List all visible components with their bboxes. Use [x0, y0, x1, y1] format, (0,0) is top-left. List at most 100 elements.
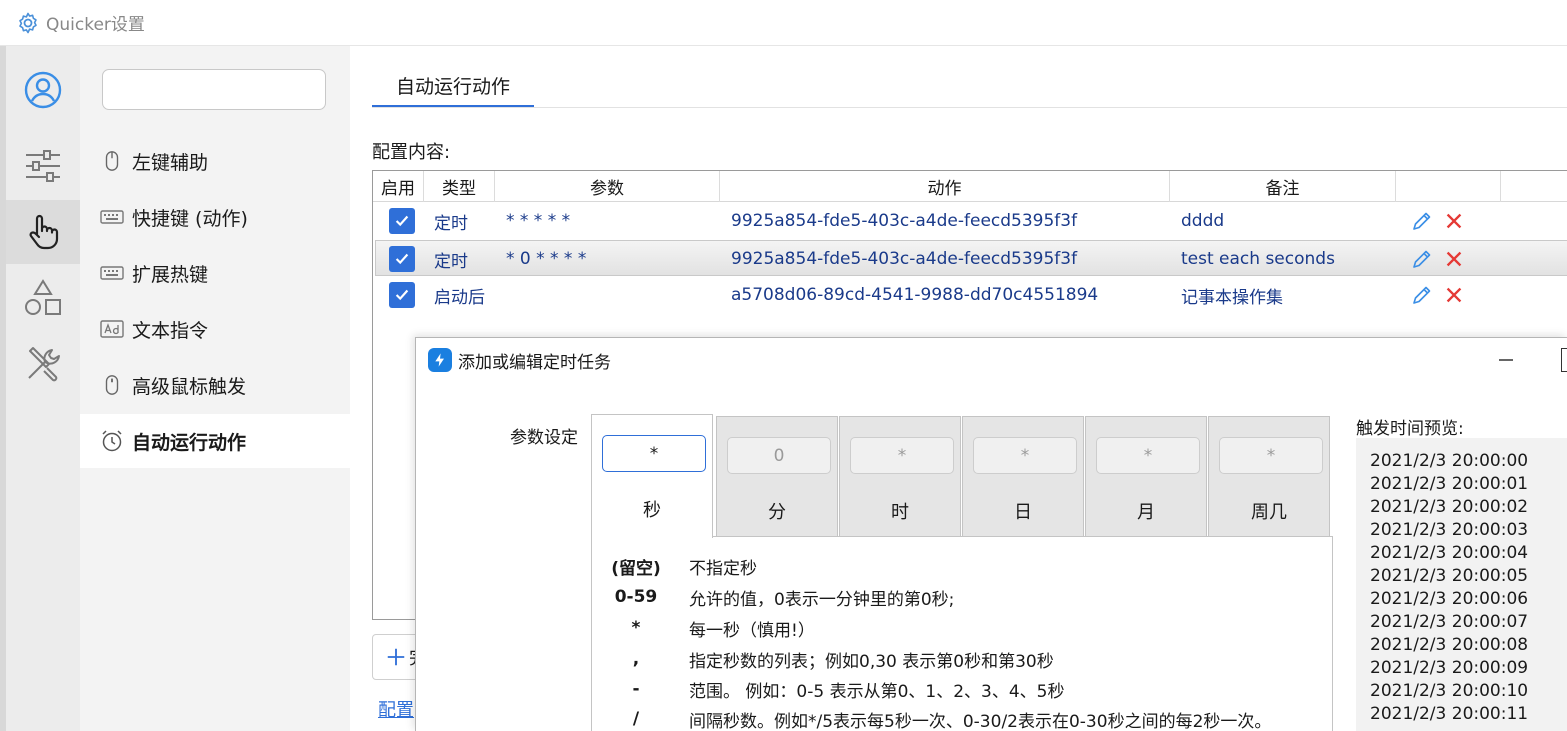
rail-triggers[interactable]: [6, 200, 80, 264]
edit-button[interactable]: [1409, 282, 1435, 308]
keyboard-icon: [100, 205, 124, 229]
col-action[interactable]: 动作: [720, 171, 1170, 202]
sidebar-item-text-commands[interactable]: 文本指令: [80, 302, 350, 356]
tab-label: 日: [1014, 502, 1032, 523]
param-label: 参数设定: [510, 428, 578, 448]
help-row: (留空) 不指定秒: [592, 551, 1334, 581]
delete-button[interactable]: [1441, 246, 1467, 272]
sidebar-item-label: 高级鼠标触发: [132, 375, 247, 398]
help-row: / 间隔秒数。例如*/5表示每5秒一次、0-30/2表示在0-30秒之间的每2秒一…: [592, 704, 1334, 731]
close-icon: [1446, 213, 1462, 229]
row-action: 9925a854-fde5-403c-a4de-feecd5395f3f: [731, 211, 1078, 231]
tab-month[interactable]: * 月: [1085, 416, 1207, 537]
rail-widgets[interactable]: [6, 266, 80, 330]
col-type[interactable]: 类型: [424, 171, 495, 202]
rail-user[interactable]: [6, 58, 80, 122]
row-type: 定时: [434, 213, 468, 234]
table-row[interactable]: 定时 * 0 * * * * 9925a854-fde5-403c-a4de-f…: [375, 240, 1567, 276]
minutes-input[interactable]: 0: [727, 437, 831, 474]
month-input[interactable]: *: [1096, 437, 1200, 474]
cron-tabstrip: * 秒 0 分 * 时 * 日 * 月 * 周几: [591, 414, 1333, 538]
tab-seconds[interactable]: * 秒: [591, 414, 713, 538]
tab-label: 秒: [643, 500, 661, 521]
tab-minutes[interactable]: 0 分: [716, 416, 838, 537]
tab-hours[interactable]: * 时: [839, 416, 961, 537]
sidebar-item-label: 左键辅助: [132, 151, 209, 174]
list-item: 2021/2/3 20:00:00: [1370, 451, 1529, 471]
col-buttons: [1396, 171, 1501, 202]
search-input[interactable]: [102, 69, 326, 110]
config-label: 配置内容:: [372, 142, 451, 163]
weekday-input[interactable]: *: [1219, 437, 1323, 474]
table-row[interactable]: 定时 * * * * * 9925a854-fde5-403c-a4de-fee…: [375, 203, 1567, 239]
help-key: 0-59: [614, 587, 658, 607]
sidebar-item-auto-run[interactable]: 自动运行动作: [80, 414, 350, 468]
list-item: 2021/2/3 20:00:08: [1370, 635, 1529, 655]
tools-icon: [28, 347, 60, 382]
tab-label: 时: [891, 502, 909, 523]
row-param: * * * * *: [506, 211, 571, 231]
dialog-title-bar: 添加或编辑定时任务: [428, 347, 611, 373]
rail-settings[interactable]: [6, 134, 80, 198]
sidebar-item-label: 自动运行动作: [132, 431, 247, 454]
sidenav: 左键辅助 快捷键 (动作) 扩展热键 文本指令 高级鼠标触发 自动运行动作: [80, 46, 350, 731]
sidebar-item-label: 文本指令: [132, 319, 209, 342]
plus-icon: [387, 648, 405, 666]
hours-input[interactable]: *: [850, 437, 954, 474]
maximize-icon[interactable]: [1561, 348, 1567, 372]
checkmark-icon: [389, 282, 415, 308]
sliders-icon: [26, 150, 60, 182]
help-row: * 每一秒（慎用!）: [592, 613, 1334, 643]
help-desc: 不指定秒: [689, 558, 757, 579]
minimize-icon[interactable]: [1494, 348, 1518, 372]
list-item: 2021/2/3 20:00:11: [1370, 704, 1529, 724]
col-param[interactable]: 参数: [495, 171, 720, 202]
help-key: (留空): [611, 558, 661, 579]
seconds-input[interactable]: *: [602, 435, 706, 472]
help-desc: 每一秒（慎用!）: [689, 620, 815, 641]
mouse-icon: [100, 373, 124, 397]
tab-weekday[interactable]: * 周几: [1208, 416, 1330, 537]
edit-button[interactable]: [1409, 246, 1435, 272]
window-title: Quicker设置: [46, 15, 145, 35]
tab-auto-run[interactable]: 自动运行动作: [372, 66, 534, 108]
row-enabled-checkbox[interactable]: [389, 241, 415, 277]
icon-rail: [0, 46, 80, 731]
help-panel: (留空) 不指定秒 0-59 允许的值，0表示一分钟里的第0秒; * 每一秒（慎用!）…: [591, 536, 1333, 731]
sidebar-item-extended-hotkeys[interactable]: 扩展热键: [80, 246, 350, 300]
sidebar-item-hotkeys[interactable]: 快捷键 (动作): [80, 190, 350, 244]
table-header: 启用 类型 参数 动作 备注: [373, 171, 1567, 202]
list-item: 2021/2/3 20:00:04: [1370, 543, 1529, 563]
rail-tools[interactable]: [6, 332, 80, 396]
help-row: , 指定秒数的列表；例如0,30 表示第0秒和第30秒: [592, 644, 1334, 674]
sidebar-item-label: 扩展热键: [132, 263, 209, 286]
config-link[interactable]: 配置: [378, 696, 414, 722]
day-input[interactable]: *: [973, 437, 1077, 474]
pencil-icon: [1413, 286, 1431, 304]
table-row[interactable]: 启动后 a5708d06-89cd-4541-9988-dd70c4551894…: [375, 277, 1567, 313]
row-enabled-checkbox[interactable]: [389, 277, 415, 313]
help-desc: 间隔秒数。例如*/5表示每5秒一次、0-30/2表示在0-30秒之间的每2秒一次…: [689, 711, 1272, 731]
help-desc: 允许的值，0表示一分钟里的第0秒;: [689, 589, 955, 610]
checkmark-icon: [389, 208, 415, 234]
sidebar-item-left-click-assist[interactable]: 左键辅助: [80, 134, 350, 188]
tab-day[interactable]: * 日: [962, 416, 1084, 537]
delete-button[interactable]: [1441, 208, 1467, 234]
list-item: 2021/2/3 20:00:03: [1370, 520, 1529, 540]
list-item: 2021/2/3 20:00:01: [1370, 474, 1529, 494]
col-enabled[interactable]: 启用: [373, 171, 424, 202]
row-enabled-checkbox[interactable]: [389, 203, 415, 239]
edit-button[interactable]: [1409, 208, 1435, 234]
list-item: 2021/2/3 20:00:10: [1370, 681, 1529, 701]
sidebar-item-advanced-mouse[interactable]: 高级鼠标触发: [80, 358, 350, 412]
col-note[interactable]: 备注: [1170, 171, 1396, 202]
preview-label: 触发时间预览:: [1356, 419, 1464, 439]
row-action: 9925a854-fde5-403c-a4de-feecd5395f3f: [731, 249, 1078, 269]
tab-label: 分: [768, 502, 786, 523]
delete-button[interactable]: [1441, 282, 1467, 308]
list-item: 2021/2/3 20:00:09: [1370, 658, 1529, 678]
list-item: 2021/2/3 20:00:02: [1370, 497, 1529, 517]
lightning-icon: [428, 348, 452, 372]
help-row: 0-59 允许的值，0表示一分钟里的第0秒;: [592, 582, 1334, 612]
help-desc: 范围。 例如：0-5 表示从第0、1、2、3、4、5秒: [689, 681, 1065, 702]
